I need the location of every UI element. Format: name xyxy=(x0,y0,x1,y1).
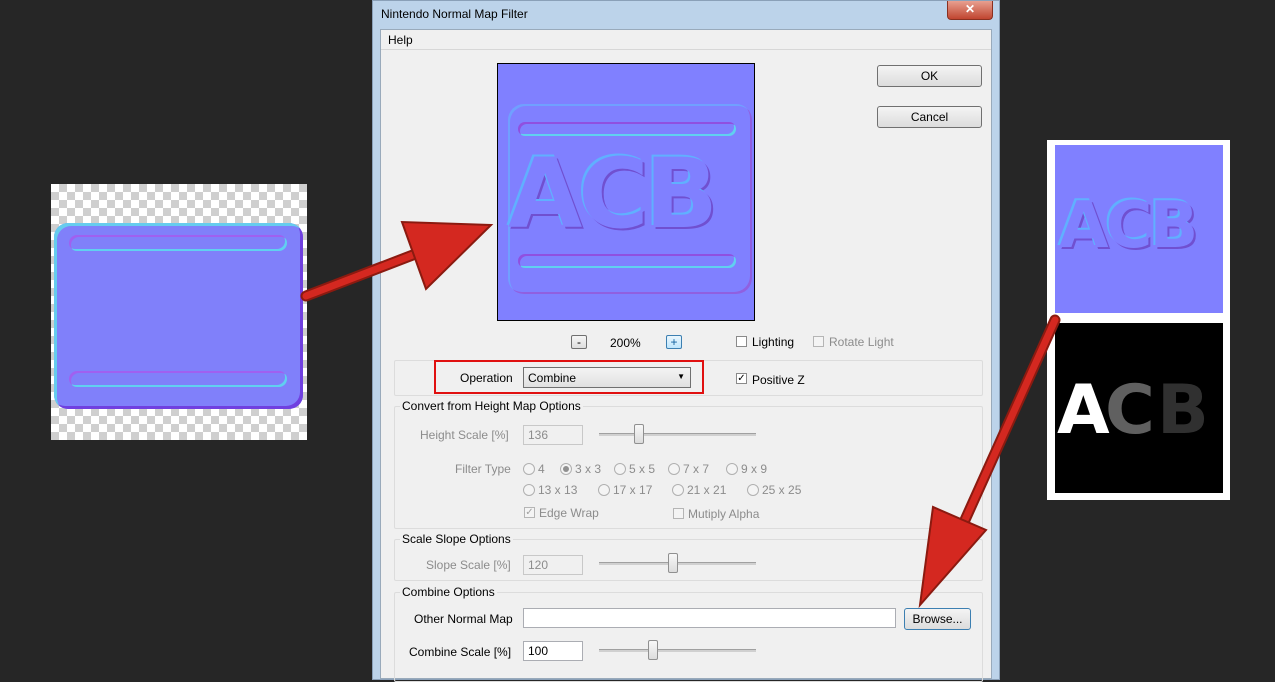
edge-wrap-label: Edge Wrap xyxy=(539,506,599,520)
dialog-title: Nintendo Normal Map Filter xyxy=(381,7,528,21)
filter-type-label-25x25: 25 x 25 xyxy=(762,483,802,497)
filter-type-label-4: 4 xyxy=(538,462,545,476)
normal-map-filter-dialog: Nintendo Normal Map Filter ✕ Help ACB OK… xyxy=(372,0,1000,682)
slope-scale-input[interactable]: 120 xyxy=(523,555,583,575)
zoom-out-button[interactable]: - xyxy=(571,335,587,349)
reference-images-frame: ACB A C B xyxy=(1047,140,1230,500)
close-button[interactable]: ✕ xyxy=(947,1,993,20)
filter-type-label-5x5: 5 x 5 xyxy=(629,462,656,476)
filter-type-radio-25x25[interactable] xyxy=(747,484,759,496)
height-letter-a: A xyxy=(1057,371,1110,450)
other-normal-map-input[interactable] xyxy=(523,608,896,628)
height-letter-c: C xyxy=(1105,371,1155,450)
other-normal-map-label: Other Normal Map xyxy=(414,612,513,626)
filter-type-radio-3x3[interactable] xyxy=(560,463,572,475)
filter-type-label-13x13: 13 x 13 xyxy=(538,483,578,497)
filter-type-label-3x3: 3 x 3 xyxy=(575,462,602,476)
combine-options-group xyxy=(394,592,983,682)
preview-bottom-bar xyxy=(518,254,736,268)
filter-type-radio-21x21[interactable] xyxy=(672,484,684,496)
zoom-in-button[interactable]: + xyxy=(666,335,682,349)
slope-scale-slider-thumb[interactable] xyxy=(668,553,678,573)
filter-type-radio-17x17[interactable] xyxy=(598,484,610,496)
filter-type-radio-7x7[interactable] xyxy=(668,463,680,475)
menu-help[interactable]: Help xyxy=(388,33,413,47)
title-bar: Nintendo Normal Map Filter ✕ xyxy=(373,1,999,29)
height-map-image: A C B xyxy=(1055,323,1223,493)
ok-button[interactable]: OK xyxy=(877,65,982,87)
combined-normal-map-image: ACB xyxy=(1055,145,1223,313)
rotate-light-label: Rotate Light xyxy=(829,335,894,349)
combine-scale-slider-track[interactable] xyxy=(599,649,756,652)
edge-wrap-checkbox[interactable]: ✓ xyxy=(524,507,535,518)
combine-group-title: Combine Options xyxy=(400,585,497,599)
rotate-light-checkbox[interactable] xyxy=(813,336,824,347)
height-scale-slider-track[interactable] xyxy=(599,433,756,436)
lighting-label: Lighting xyxy=(752,335,795,349)
normal-map-bottom-bar xyxy=(69,371,287,387)
operation-select[interactable]: Combine ▼ xyxy=(523,367,691,388)
height-map-group-title: Convert from Height Map Options xyxy=(400,399,583,413)
filter-type-label-9x9: 9 x 9 xyxy=(741,462,768,476)
preview-top-bar xyxy=(518,122,736,136)
dialog-client: Help ACB OK Cancel - 200% + Lighting Rot… xyxy=(380,29,992,682)
operation-label: Operation xyxy=(460,371,513,385)
slope-scale-label: Slope Scale [%] xyxy=(426,558,511,572)
filter-type-radio-5x5[interactable] xyxy=(614,463,626,475)
cancel-button[interactable]: Cancel xyxy=(877,106,982,128)
filter-type-label: Filter Type xyxy=(455,462,511,476)
multiply-alpha-checkbox[interactable] xyxy=(673,508,684,519)
positive-z-label: Positive Z xyxy=(752,373,805,387)
filter-type-radio-4[interactable] xyxy=(523,463,535,475)
source-normal-map-image xyxy=(51,184,307,440)
browse-button[interactable]: Browse... xyxy=(904,608,971,630)
normal-map-top-bar xyxy=(69,235,287,251)
height-scale-input[interactable]: 136 xyxy=(523,425,583,445)
filter-type-radio-9x9[interactable] xyxy=(726,463,738,475)
combined-normal-map-text: ACB xyxy=(1059,189,1198,263)
height-letter-b: B xyxy=(1157,371,1209,450)
zoom-level: 200% xyxy=(610,336,641,350)
height-scale-label: Height Scale [%] xyxy=(420,428,509,442)
scale-slope-group-title: Scale Slope Options xyxy=(400,532,513,546)
combine-scale-label: Combine Scale [%] xyxy=(409,645,512,659)
menu-bar: Help xyxy=(381,30,991,50)
lighting-checkbox[interactable] xyxy=(736,336,747,347)
preview-image: ACB xyxy=(497,63,755,321)
preview-text: ACB xyxy=(508,138,718,250)
positive-z-checkbox[interactable]: ✓ xyxy=(736,373,747,384)
filter-type-radio-13x13[interactable] xyxy=(523,484,535,496)
filter-type-label-7x7: 7 x 7 xyxy=(683,462,710,476)
dropdown-arrow-icon: ▼ xyxy=(677,372,685,381)
normal-map-panel xyxy=(54,223,303,409)
multiply-alpha-label: Mutiply Alpha xyxy=(688,507,760,521)
combine-scale-input[interactable]: 100 xyxy=(523,641,583,661)
filter-type-label-21x21: 21 x 21 xyxy=(687,483,727,497)
combine-scale-slider-thumb[interactable] xyxy=(648,640,658,660)
operation-value: Combine xyxy=(528,371,577,385)
filter-type-label-17x17: 17 x 17 xyxy=(613,483,653,497)
height-scale-slider-thumb[interactable] xyxy=(634,424,644,444)
